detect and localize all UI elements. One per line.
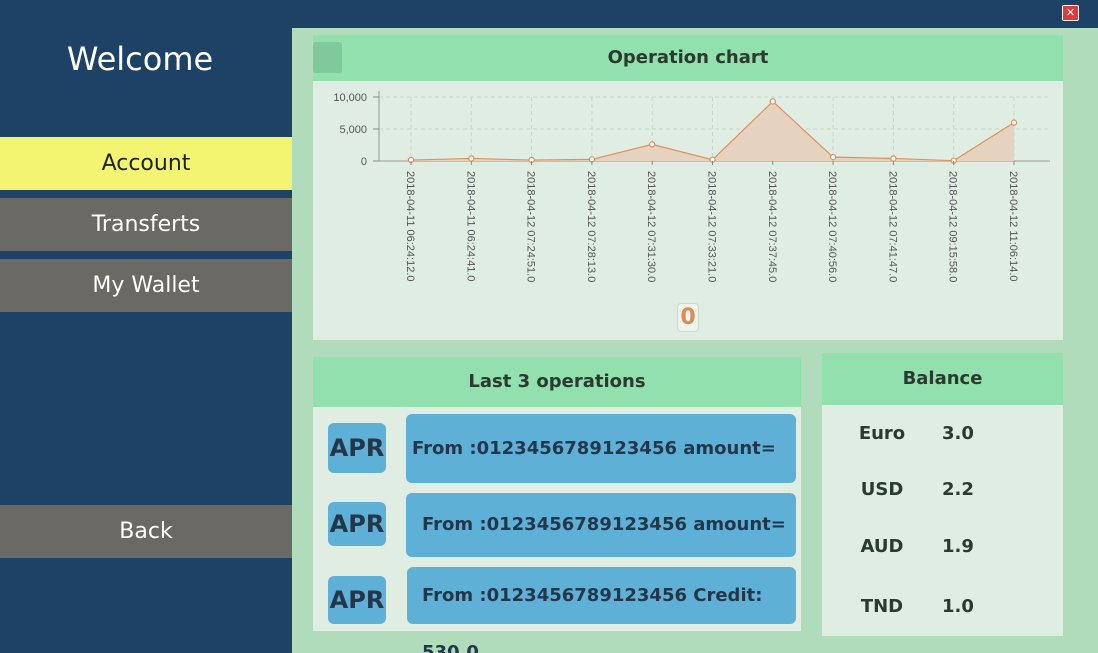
chart-y-tick-label: 0 xyxy=(361,156,367,168)
chart-x-tick-label: 2018-04-12 11:06:14.0 xyxy=(1007,171,1019,282)
operation-badge: APR xyxy=(328,502,386,546)
chart-data-point xyxy=(649,141,656,148)
operation-item[interactable]: From :0123456789123456 Credit: 530.0 xyxy=(407,567,796,653)
balance-value: 1.9 xyxy=(942,536,974,557)
chart-x-tick-label: 2018-04-12 07:31:30.0 xyxy=(645,171,657,282)
balance-value: 3.0 xyxy=(942,423,974,444)
balance-panel-title: Balance xyxy=(822,353,1063,405)
operations-panel-title: Last 3 operations xyxy=(313,357,801,407)
main-content: Operation chart 0 5,000 10,000 2018-04-11 0… xyxy=(292,28,1098,653)
chart-series-line xyxy=(410,100,1015,162)
chart-x-tick-label: 2018-04-11 06:24:41.0 xyxy=(464,171,476,282)
operation-item[interactable]: From :0123456789123456 amount= 560.2 xyxy=(406,493,796,599)
chart-x-tick-label: 2018-04-12 07:28:13.0 xyxy=(585,171,597,282)
chart-x-tick-label: 2018-04-12 07:40:56.0 xyxy=(826,171,838,282)
chart-data-point xyxy=(890,155,897,162)
balance-panel: Balance Euro 3.0 USD 2.2 AUD 1.9 TND 1.0 xyxy=(822,353,1063,636)
balance-currency: USD xyxy=(860,479,904,500)
last-operations-panel: Last 3 operations APR From :012345678912… xyxy=(313,357,801,653)
operation-item[interactable]: From :0123456789123456 amount= 150.6 xyxy=(406,414,796,528)
close-icon[interactable]: ✕ xyxy=(1062,5,1079,21)
chart-x-tick-label: 2018-04-12 07:24:51.0 xyxy=(525,171,537,282)
chart-data-point xyxy=(468,155,475,162)
balance-currency: Euro xyxy=(858,423,906,444)
chart-x-tick-label: 2018-04-11 06:24:12.0 xyxy=(404,171,416,282)
chart-x-tick-label: 2018-04-12 07:33:21.0 xyxy=(706,171,718,282)
chart-area xyxy=(411,101,1014,161)
welcome-title: Welcome xyxy=(66,40,214,78)
operation-chart-panel: Operation chart 0 5,000 10,000 2018-04-11 0… xyxy=(313,35,1063,340)
balance-value: 1.0 xyxy=(942,596,974,617)
chart-data-point xyxy=(769,98,776,105)
chart-y-tick-label: 10,000 xyxy=(333,92,367,104)
nav-account-button[interactable]: Account xyxy=(0,137,292,190)
operation-chart: 0 5,000 10,000 2018-04-11 06:24:12.0 2018-04… xyxy=(333,91,1050,282)
chart-y-tick-label: 5,000 xyxy=(339,124,367,136)
chart-x-tick-label: 2018-04-12 07:41:47.0 xyxy=(886,171,898,282)
chart-data-point xyxy=(1010,119,1018,126)
chart-x-tick-label: 2018-04-12 07:37:45.0 xyxy=(766,171,778,282)
operation-badge: APR xyxy=(328,576,386,624)
chart-data-point xyxy=(829,153,837,161)
chart-menu-button[interactable] xyxy=(313,42,342,73)
chart-panel-title: Operation chart xyxy=(313,35,1063,81)
nav-my-wallet-button[interactable]: My Wallet xyxy=(0,259,292,312)
chart-zero-badge: 0 xyxy=(677,303,699,332)
nav-transferts-button[interactable]: Transferts xyxy=(0,198,292,251)
back-button[interactable]: Back xyxy=(0,505,292,558)
balance-value: 2.2 xyxy=(942,479,974,500)
balance-currency: TND xyxy=(860,596,904,617)
chart-x-tick-label: 2018-04-12 09:15:58.0 xyxy=(947,171,959,282)
balance-currency: AUD xyxy=(860,536,904,557)
operation-badge: APR xyxy=(328,423,386,473)
